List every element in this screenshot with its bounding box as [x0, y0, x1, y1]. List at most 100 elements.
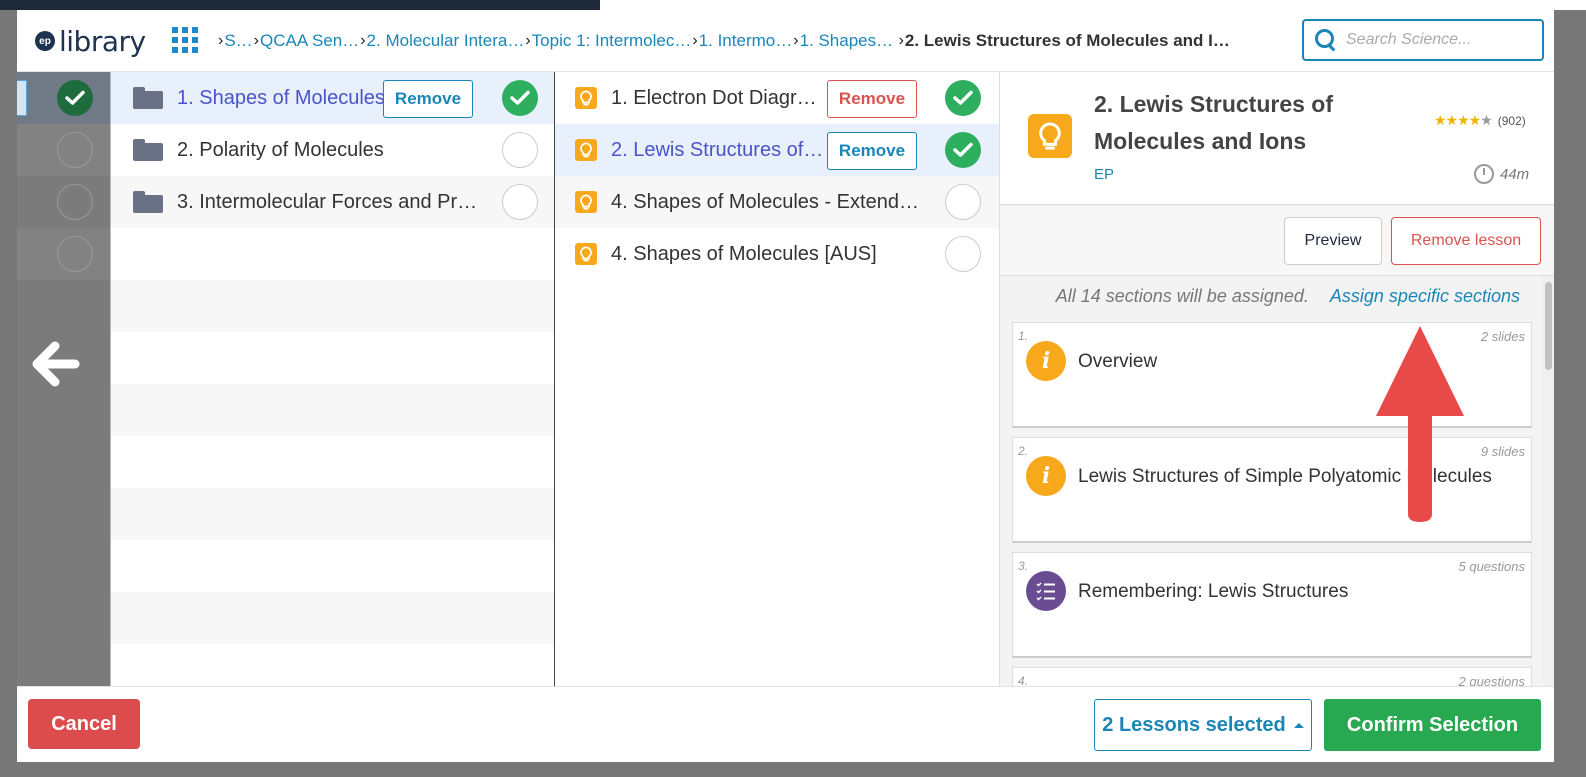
annotation-arrow-icon: [1376, 326, 1464, 522]
lesson-label: 2. Lewis Structures of…: [611, 138, 824, 161]
empty-circle-icon[interactable]: [502, 184, 538, 220]
remove-folder-button[interactable]: Remove: [383, 80, 473, 118]
lesson-detail-panel: 2. Lewis Structures of Molecules and Ion…: [999, 72, 1554, 686]
section-number: 1.: [1018, 329, 1029, 343]
backdrop-topbar-dark: [0, 0, 600, 10]
folder-row[interactable]: 1. Shapes of Molecules: [111, 72, 554, 124]
apps-grid-icon[interactable]: [172, 27, 198, 53]
section-meta: 2 questions: [1458, 674, 1526, 686]
breadcrumb-item[interactable]: 1. Shapes …: [800, 31, 898, 51]
folder-icon: [133, 139, 163, 161]
empty-row: [111, 436, 554, 488]
cancel-button[interactable]: Cancel: [28, 699, 140, 749]
lesson-author[interactable]: EP: [1094, 166, 1114, 183]
breadcrumb-item[interactable]: Topic 1: Intermolec…: [532, 31, 692, 51]
empty-row: [111, 280, 554, 332]
breadcrumb-item[interactable]: QCAA Sen…: [260, 31, 359, 51]
back-arrow-icon[interactable]: [25, 334, 85, 394]
library-logo[interactable]: ep library: [35, 24, 146, 58]
empty-row: [111, 332, 554, 384]
lesson-label: 4. Shapes of Molecules - Extend…: [611, 190, 919, 213]
empty-circle-icon[interactable]: [57, 236, 93, 272]
chevron-right-icon: ›: [898, 32, 904, 49]
lesson-label: 1. Electron Dot Diagr…: [611, 86, 817, 109]
modal-header: ep library › S… › QCAA Sen… › 2. Molecul…: [17, 10, 1554, 72]
check-circle-icon[interactable]: [945, 80, 981, 116]
empty-circle-icon[interactable]: [945, 184, 981, 220]
chevron-right-icon: ›: [253, 32, 259, 49]
section-meta: 9 slides: [1480, 444, 1525, 459]
folder-row[interactable]: 3. Intermolecular Forces and Pr…: [111, 176, 554, 228]
empty-row: [111, 488, 554, 540]
section-card[interactable]: 3. 5 questions Remembering: Lewis Struct…: [1012, 552, 1532, 658]
previous-column-gutter: [17, 72, 110, 686]
chevron-right-icon: ›: [692, 32, 698, 49]
check-circle-icon[interactable]: [502, 80, 538, 116]
lightbulb-icon: [1028, 114, 1072, 158]
quiz-list-icon: [1026, 571, 1066, 611]
lessons-selected-label: 2 Lessons selected: [1102, 713, 1286, 736]
search-icon: [1314, 28, 1338, 52]
breadcrumb-item[interactable]: 1. Intermo…: [699, 31, 793, 51]
ep-logo-icon: ep: [35, 31, 55, 51]
folder-icon: [133, 87, 163, 109]
section-number: 2.: [1018, 444, 1029, 458]
section-card[interactable]: 4. 2 questions: [1012, 667, 1532, 686]
empty-row: [111, 592, 554, 644]
empty-circle-icon[interactable]: [57, 184, 93, 220]
lesson-row[interactable]: 1. Electron Dot Diagr…: [555, 72, 999, 124]
lessons-selected-dropdown[interactable]: 2 Lessons selected: [1094, 699, 1312, 751]
lesson-row[interactable]: 2. Lewis Structures of…: [555, 124, 999, 176]
caret-up-icon: [1293, 722, 1304, 728]
remove-lesson-detail-button[interactable]: Remove lesson: [1391, 217, 1541, 265]
breadcrumb: › S… › QCAA Sen… › 2. Molecular Intera… …: [217, 30, 1230, 52]
assign-specific-sections-link[interactable]: Assign specific sections: [1330, 286, 1520, 306]
lesson-row[interactable]: 4. Shapes of Molecules - Extend…: [555, 176, 999, 228]
lesson-label: 4. Shapes of Molecules [AUS]: [611, 242, 877, 265]
empty-row: [111, 384, 554, 436]
empty-circle-icon[interactable]: [945, 236, 981, 272]
lightbulb-icon: [575, 139, 597, 161]
lesson-actions: Preview Remove lesson: [1000, 206, 1554, 276]
remove-lesson-button[interactable]: Remove: [827, 132, 917, 170]
section-number: 3.: [1018, 559, 1029, 573]
folder-label: 1. Shapes of Molecules: [177, 86, 385, 109]
lightbulb-icon: [575, 87, 597, 109]
info-icon: i: [1026, 341, 1066, 381]
folders-column: 1. Shapes of Molecules Remove 2. Polarit…: [110, 72, 554, 686]
section-title: Remembering: Lewis Structures: [1078, 581, 1349, 602]
check-circle-icon[interactable]: [945, 132, 981, 168]
check-circle-icon[interactable]: [57, 80, 93, 116]
chevron-right-icon: ›: [525, 32, 531, 49]
library-modal: ep library › S… › QCAA Sen… › 2. Molecul…: [17, 10, 1554, 762]
folder-icon: [133, 191, 163, 213]
lightbulb-icon: [575, 191, 597, 213]
stopwatch-icon: [1474, 164, 1494, 184]
lesson-duration: 44m: [1474, 164, 1529, 184]
search-input[interactable]: [1346, 31, 1536, 49]
gutter-selected-marker: [17, 80, 27, 116]
chevron-right-icon: ›: [218, 32, 224, 49]
scrollbar-thumb[interactable]: [1545, 282, 1552, 370]
detail-scrollbar[interactable]: [1542, 276, 1554, 686]
breadcrumb-item[interactable]: S…: [224, 31, 252, 51]
empty-circle-icon[interactable]: [502, 132, 538, 168]
breadcrumb-item[interactable]: 2. Molecular Intera…: [367, 31, 525, 51]
confirm-selection-button[interactable]: Confirm Selection: [1324, 699, 1541, 751]
empty-circle-icon[interactable]: [57, 132, 93, 168]
lesson-title: 2. Lewis Structures of Molecules and Ion…: [1094, 91, 1334, 154]
search-box: [1302, 19, 1544, 61]
chevron-right-icon: ›: [360, 32, 366, 49]
folder-row[interactable]: 2. Polarity of Molecules: [111, 124, 554, 176]
section-title: Overview: [1078, 351, 1158, 372]
lesson-row[interactable]: 4. Shapes of Molecules [AUS]: [555, 228, 999, 280]
folder-label: 2. Polarity of Molecules: [177, 138, 384, 161]
remove-lesson-button[interactable]: Remove: [827, 80, 917, 118]
folder-label: 3. Intermolecular Forces and Pr…: [177, 190, 478, 213]
empty-row: [111, 540, 554, 592]
rating-count: (902): [1497, 113, 1526, 128]
section-meta: 2 slides: [1480, 329, 1525, 344]
lesson-rating: ★★★★★ (902): [1434, 112, 1526, 129]
preview-button[interactable]: Preview: [1284, 217, 1382, 265]
duration-text: 44m: [1500, 165, 1530, 183]
